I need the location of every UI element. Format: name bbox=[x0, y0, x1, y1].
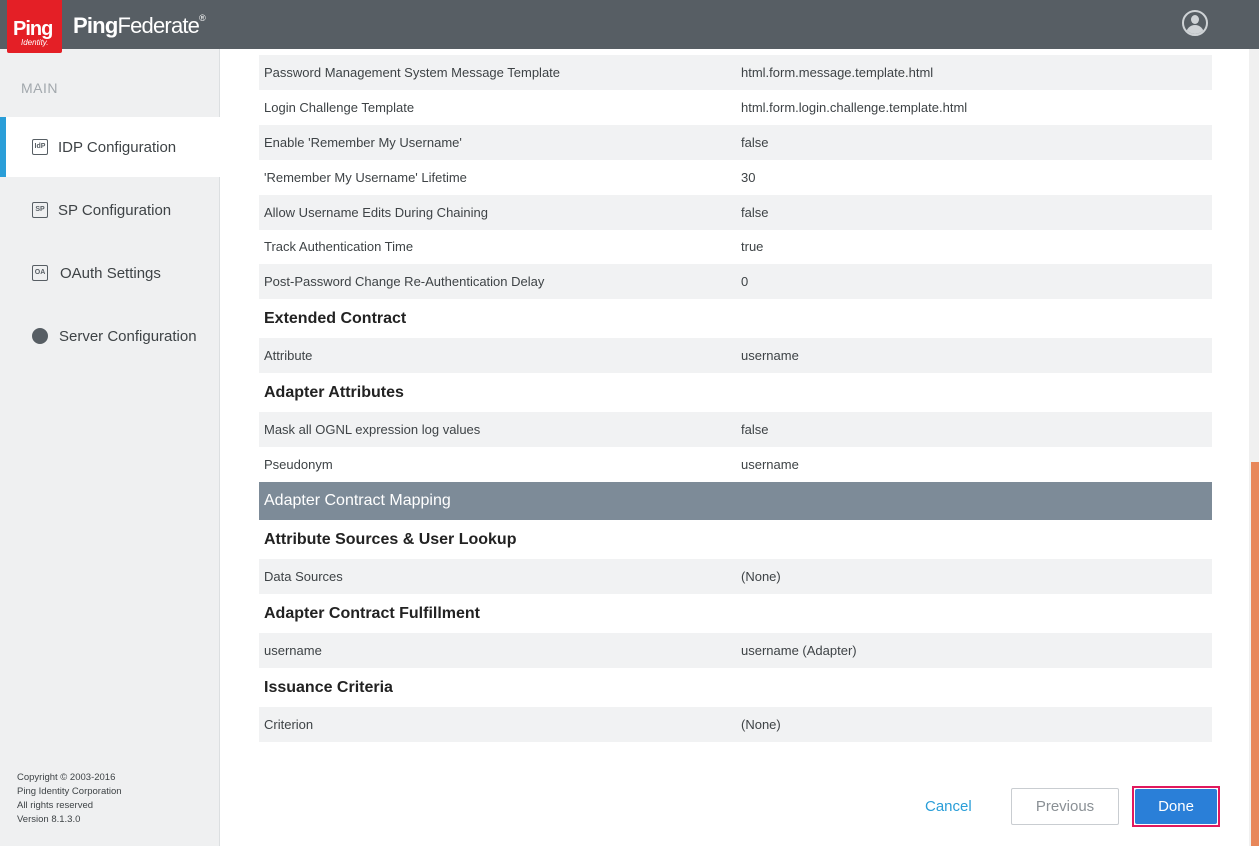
previous-button[interactable]: Previous bbox=[1011, 788, 1119, 825]
idp-icon: IdP bbox=[32, 139, 48, 155]
summary-row: Track Authentication Time true bbox=[264, 239, 764, 254]
ping-logo: Ping Identity. bbox=[7, 0, 62, 53]
sidebar-section-main: MAIN bbox=[21, 80, 58, 96]
section-heading-extended-contract: Extended Contract bbox=[264, 310, 407, 327]
sidebar: MAIN IdP IDP Configuration SP SP Configu… bbox=[0, 49, 231, 846]
summary-row: Password Management System Message Templ… bbox=[259, 55, 1212, 90]
sp-icon: SP bbox=[32, 202, 48, 218]
top-bar: PingFederate® bbox=[0, 0, 1259, 49]
sidebar-item-label: IDP Configuration bbox=[58, 138, 177, 156]
summary-row: Enable 'Remember My Username' false bbox=[259, 125, 1212, 160]
sidebar-item-label: SP Configuration bbox=[58, 201, 172, 219]
oauth-icon: OA bbox=[32, 265, 48, 281]
summary-row: Criterion (None) bbox=[259, 707, 1212, 742]
summary-panel: Password Management System Message Templ… bbox=[221, 49, 1249, 846]
sidebar-item-label: OAuth Settings bbox=[60, 264, 161, 282]
section-heading-contract-fulfillment: Adapter Contract Fulfillment bbox=[264, 605, 481, 622]
user-avatar-icon[interactable] bbox=[1182, 10, 1208, 36]
copyright: Copyright © 2003-2016 Ping Identity Corp… bbox=[17, 772, 122, 825]
summary-row: Mask all OGNL expression log values false bbox=[259, 412, 1212, 447]
summary-row: Attribute username bbox=[259, 338, 1212, 373]
sidebar-item-label: Server Configuration bbox=[59, 327, 197, 345]
section-heading-attribute-sources: Attribute Sources & User Lookup bbox=[264, 531, 517, 548]
scrollbar-thumb[interactable] bbox=[1251, 462, 1259, 846]
section-band-adapter-contract-mapping: Adapter Contract Mapping bbox=[259, 482, 1212, 520]
product-name: PingFederate® bbox=[73, 13, 206, 38]
summary-row: Allow Username Edits During Chaining fals… bbox=[259, 195, 1212, 230]
summary-row: username username (Adapter) bbox=[259, 633, 1212, 668]
section-heading-issuance-criteria: Issuance Criteria bbox=[264, 679, 393, 696]
sidebar-item-sp-configuration[interactable]: SP SP Configuration bbox=[0, 180, 220, 240]
server-icon bbox=[32, 328, 48, 344]
summary-row: 'Remember My Username' Lifetime 30 bbox=[264, 170, 756, 185]
done-button[interactable]: Done bbox=[1135, 789, 1217, 824]
sidebar-item-idp-configuration[interactable]: IdP IDP Configuration bbox=[0, 117, 231, 177]
cancel-button[interactable]: Cancel bbox=[925, 798, 972, 815]
section-heading-adapter-attributes: Adapter Attributes bbox=[264, 384, 404, 401]
sidebar-item-oauth-settings[interactable]: OA OAuth Settings bbox=[0, 243, 220, 303]
sidebar-item-server-configuration[interactable]: Server Configuration bbox=[0, 306, 220, 366]
summary-row: Data Sources (None) bbox=[259, 559, 1212, 594]
summary-row: Post-Password Change Re-Authentication D… bbox=[259, 264, 1212, 299]
summary-row: Pseudonym username bbox=[264, 457, 799, 472]
summary-row: Login Challenge Template html.form.login.… bbox=[264, 100, 968, 115]
